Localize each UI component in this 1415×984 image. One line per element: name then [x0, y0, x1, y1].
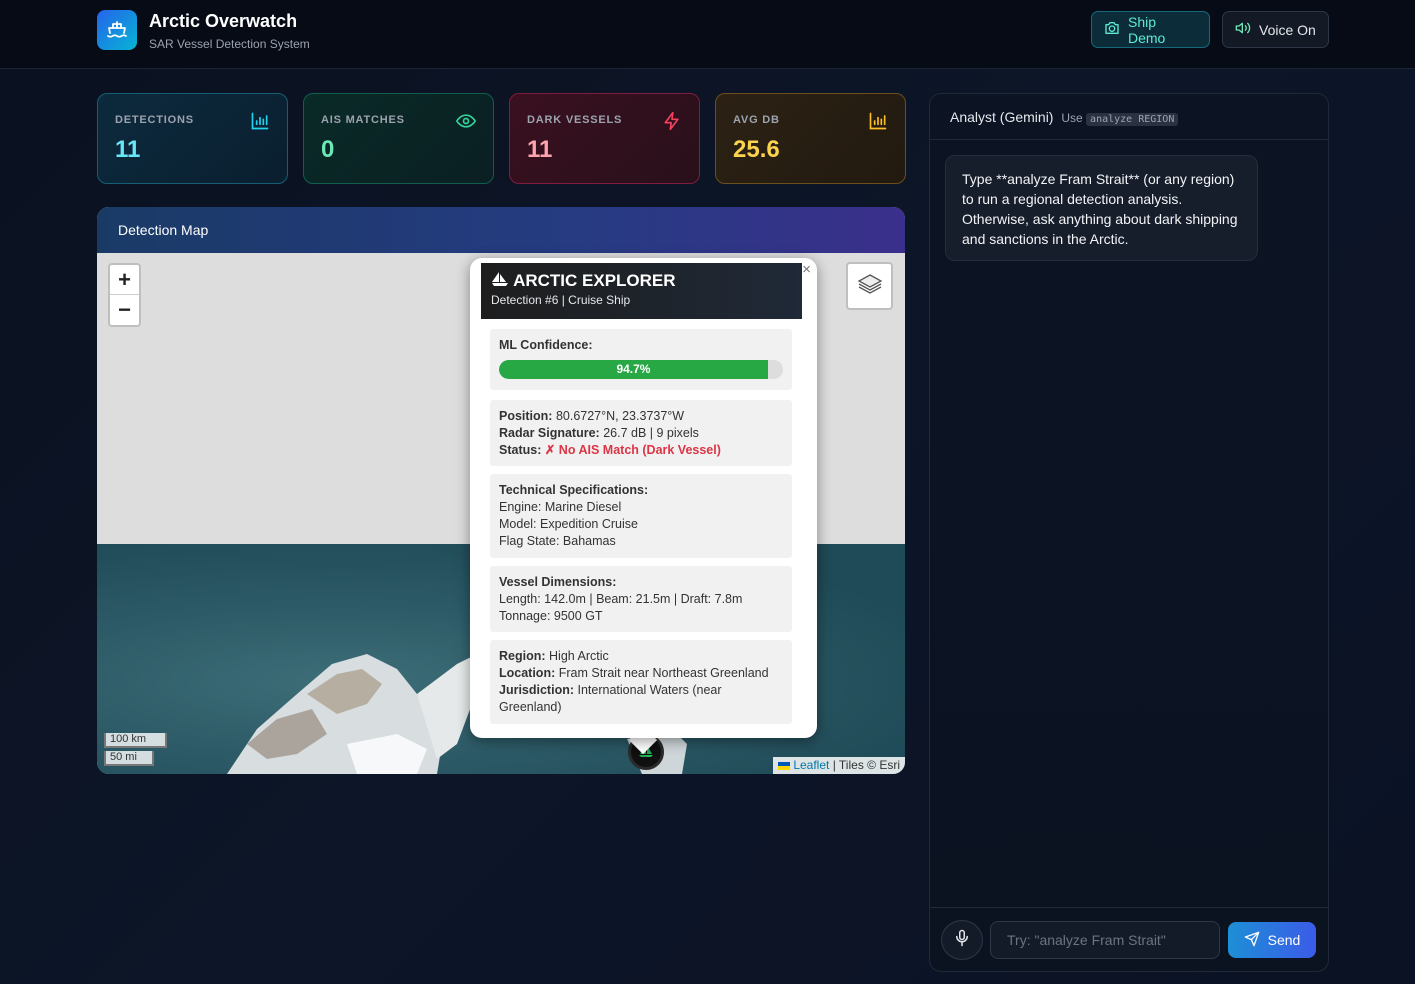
technical-title: Technical Specifications: [499, 483, 649, 497]
jurisdiction-label: Jurisdiction: [499, 683, 575, 697]
chat-hint-code: analyze REGION [1086, 113, 1179, 126]
scale-km: 100 km [104, 733, 167, 748]
speaker-icon [1235, 20, 1251, 39]
region-label: Region: [499, 649, 546, 663]
tonnage-text: Tonnage: 9500 GT [499, 609, 603, 623]
location-value: Fram Strait near Northeast Greenland [558, 666, 769, 680]
app-subtitle: SAR Vessel Detection System [149, 37, 310, 51]
zoom-out-button[interactable]: − [110, 295, 139, 325]
vessel-popup: ARCTIC EXPLORER Detection #6 | Cruise Sh… [470, 258, 817, 738]
confidence-bar: 94.7% [499, 360, 783, 379]
technical-section: Technical Specifications: Engine: Marine… [490, 474, 792, 558]
flag-text: Flag State: Bahamas [499, 534, 616, 548]
voice-toggle-button[interactable]: Voice On [1222, 11, 1329, 48]
ship-icon [97, 10, 137, 50]
zoom-in-button[interactable]: + [110, 265, 139, 295]
assistant-message: Type **analyze Fram Strait** (or any reg… [945, 155, 1258, 261]
ship-demo-button[interactable]: Ship Demo [1091, 11, 1210, 48]
popup-close-button[interactable]: × [802, 261, 811, 278]
confidence-fill: 94.7% [499, 360, 768, 379]
sailboat-icon [491, 271, 513, 290]
stat-label: DARK VESSELS [527, 114, 623, 126]
app-title: Arctic Overwatch [149, 11, 298, 31]
region-section: Region: High Arctic Location: Fram Strai… [490, 640, 792, 724]
chat-hint-prefix: Use [1061, 111, 1083, 125]
zoom-control: + − [108, 263, 141, 327]
bar-chart-icon [250, 111, 270, 136]
lightning-icon [662, 111, 682, 136]
chat-header: Analyst (Gemini) Use analyze REGION [930, 94, 1328, 140]
radar-value: 26.7 dB | 9 pixels [603, 426, 699, 440]
vessel-name: ARCTIC EXPLORER [513, 271, 676, 290]
send-icon [1244, 931, 1260, 950]
stat-value: 0 [321, 136, 335, 163]
detection-subtitle: Detection #6 | Cruise Ship [491, 293, 631, 307]
dimensions-text: Length: 142.0m | Beam: 21.5m | Draft: 7.… [499, 592, 743, 606]
chat-hint: Use analyze REGION [1061, 111, 1179, 126]
stat-card-ais-matches: AIS MATCHES 0 [303, 93, 494, 184]
tiles-attribution: | Tiles © Esri [832, 758, 900, 772]
send-label: Send [1267, 932, 1301, 948]
send-button[interactable]: Send [1228, 922, 1316, 958]
chat-title: Analyst (Gemini) [950, 109, 1054, 125]
microphone-button[interactable] [941, 920, 983, 960]
engine-text: Engine: Marine Diesel [499, 500, 622, 514]
stat-label: DETECTIONS [115, 114, 194, 126]
chat-input-bar: Send [930, 907, 1328, 971]
stat-value: 11 [115, 136, 141, 163]
stat-value: 11 [527, 136, 553, 163]
model-text: Model: Expedition Cruise [499, 517, 638, 531]
layers-icon [856, 270, 884, 303]
dimensions-section: Vessel Dimensions: Length: 142.0m | Beam… [490, 566, 792, 632]
stat-value: 25.6 [733, 136, 780, 163]
position-section: Position: 80.6727°N, 23.3737°W Radar Sig… [490, 400, 792, 466]
ukraine-flag-icon [777, 761, 790, 770]
stat-label: AVG DB [733, 114, 780, 126]
popup-header: ARCTIC EXPLORER Detection #6 | Cruise Sh… [481, 263, 802, 319]
stat-card-detections: DETECTIONS 11 [97, 93, 288, 184]
map-attribution: Leaflet | Tiles © Esri [772, 757, 905, 774]
stat-card-avg-db: AVG DB 25.6 [715, 93, 906, 184]
stat-label: AIS MATCHES [321, 114, 405, 126]
analyst-chat-panel: Analyst (Gemini) Use analyze REGION Type… [929, 93, 1329, 972]
stat-card-dark-vessels: DARK VESSELS 11 [509, 93, 700, 184]
camera-icon [1104, 20, 1120, 39]
status-value: ✗ No AIS Match (Dark Vessel) [544, 443, 721, 457]
voice-label: Voice On [1259, 21, 1316, 38]
dimensions-title: Vessel Dimensions: [499, 575, 617, 589]
confidence-section: ML Confidence: 94.7% [490, 329, 792, 390]
microphone-icon [953, 929, 971, 952]
position-value: 80.6727°N, 23.3737°W [555, 409, 685, 423]
position-label: Position: [499, 409, 553, 423]
confidence-label: ML Confidence: [499, 338, 593, 352]
chat-input[interactable] [990, 921, 1220, 959]
bar-chart-icon [868, 111, 888, 136]
radar-label: Radar Signature: [499, 426, 600, 440]
top-bar: Arctic Overwatch SAR Vessel Detection Sy… [0, 0, 1415, 69]
eye-icon [456, 111, 476, 136]
scale-mi: 50 mi [104, 751, 154, 766]
leaflet-link[interactable]: Leaflet [793, 758, 829, 772]
location-label: Location: [499, 666, 556, 680]
region-value: High Arctic [549, 649, 609, 663]
status-label: Status: [499, 443, 542, 457]
map-title: Detection Map [97, 207, 905, 253]
ship-demo-label: Ship Demo [1128, 13, 1166, 46]
layers-button[interactable] [846, 262, 893, 310]
